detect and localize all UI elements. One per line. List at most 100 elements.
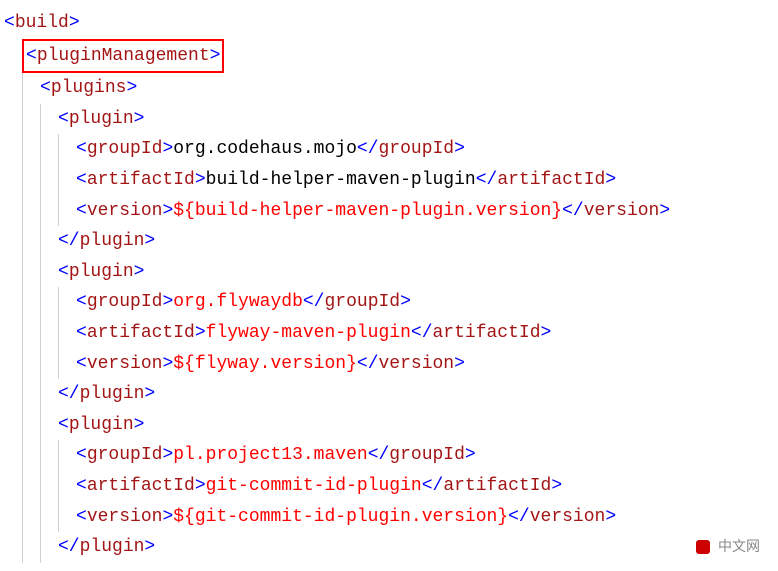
indent-guide: [22, 73, 40, 104]
code-token: <: [76, 292, 87, 312]
code-content: </plugin>: [58, 384, 155, 404]
indent-guide: [22, 287, 40, 318]
code-line: <plugins>: [4, 73, 774, 104]
code-token: artifactId: [497, 170, 605, 190]
code-token: >: [162, 201, 173, 221]
indent-guide: [58, 134, 76, 165]
code-token: >: [195, 170, 206, 190]
code-token: >: [144, 537, 155, 557]
code-token: >: [454, 354, 465, 374]
code-token: <: [76, 476, 87, 496]
code-content: <version>${build-helper-maven-plugin.ver…: [76, 201, 670, 221]
code-token: <: [58, 415, 69, 435]
indent-guide: [58, 440, 76, 471]
code-content: <plugin>: [58, 109, 144, 129]
indent-guide: [58, 196, 76, 227]
code-token: ${git-commit-id-plugin.version}: [173, 507, 508, 527]
code-line: <artifactId>flyway-maven-plugin</artifac…: [4, 318, 774, 349]
indent-guide: [40, 165, 58, 196]
code-token: </: [303, 292, 325, 312]
code-token: version: [87, 201, 163, 221]
code-content: <artifactId>build-helper-maven-plugin</a…: [76, 170, 616, 190]
code-token: pl.project13.maven: [173, 445, 367, 465]
code-token: <: [76, 323, 87, 343]
indent-guide: [40, 502, 58, 533]
indent-guide: [58, 349, 76, 380]
code-token: version: [87, 354, 163, 374]
code-token: <: [76, 507, 87, 527]
code-token: groupId: [87, 139, 163, 159]
indent-guide: [40, 318, 58, 349]
code-line: <groupId>org.codehaus.mojo</groupId>: [4, 134, 774, 165]
code-token: git-commit-id-plugin: [206, 476, 422, 496]
code-line: <groupId>org.flywaydb</groupId>: [4, 287, 774, 318]
indent-guide: [40, 226, 58, 257]
code-token: </: [368, 445, 390, 465]
code-line: <plugin>: [4, 257, 774, 288]
indent-guide: [58, 471, 76, 502]
code-token: >: [162, 292, 173, 312]
code-content: <version>${flyway.version}</version>: [76, 354, 465, 374]
code-line: <groupId>pl.project13.maven</groupId>: [4, 440, 774, 471]
indent-guide: [22, 532, 40, 563]
code-token: >: [659, 201, 670, 221]
indent-guide: [22, 349, 40, 380]
code-token: <: [4, 13, 15, 33]
code-token: >: [162, 445, 173, 465]
indent-guide: [40, 257, 58, 288]
indent-guide: [22, 226, 40, 257]
code-token: <: [76, 170, 87, 190]
code-line: <artifactId>git-commit-id-plugin</artifa…: [4, 471, 774, 502]
watermark: 中文网: [688, 533, 768, 561]
code-token: artifactId: [87, 323, 195, 343]
code-content: <groupId>pl.project13.maven</groupId>: [76, 445, 476, 465]
indent-guide: [58, 165, 76, 196]
code-content: <plugin>: [58, 262, 144, 282]
indent-guide: [40, 410, 58, 441]
indent-guide: [40, 471, 58, 502]
code-token: </: [357, 354, 379, 374]
code-token: plugin: [69, 262, 134, 282]
code-token: >: [465, 445, 476, 465]
code-token: <: [76, 201, 87, 221]
code-token: build-helper-maven-plugin: [206, 170, 476, 190]
code-token: >: [144, 384, 155, 404]
code-token: artifactId: [87, 476, 195, 496]
code-token: >: [134, 109, 145, 129]
code-token: >: [162, 139, 173, 159]
code-token: >: [605, 170, 616, 190]
indent-guide: [40, 287, 58, 318]
code-content: </plugin>: [58, 231, 155, 251]
code-token: groupId: [324, 292, 400, 312]
code-content: </plugin>: [58, 537, 155, 557]
code-token: >: [541, 323, 552, 343]
code-token: >: [134, 415, 145, 435]
code-line: <build>: [4, 8, 774, 39]
indent-guide: [22, 440, 40, 471]
indent-guide: [22, 379, 40, 410]
code-content: <plugins>: [40, 78, 137, 98]
highlight-annotation: <pluginManagement>: [22, 39, 224, 74]
code-content: <artifactId>git-commit-id-plugin</artifa…: [76, 476, 562, 496]
indent-guide: [40, 379, 58, 410]
code-token: </: [508, 507, 530, 527]
code-token: <: [76, 139, 87, 159]
code-content: <plugin>: [58, 415, 144, 435]
code-line: </plugin>: [4, 532, 774, 563]
code-line: </plugin>: [4, 379, 774, 410]
indent-guide: [22, 502, 40, 533]
indent-guide: [22, 134, 40, 165]
code-line: <plugin>: [4, 104, 774, 135]
code-token: groupId: [87, 292, 163, 312]
code-token: version: [379, 354, 455, 374]
code-token: </: [411, 323, 433, 343]
indent-guide: [40, 196, 58, 227]
code-content: <artifactId>flyway-maven-plugin</artifac…: [76, 323, 551, 343]
code-token: version: [530, 507, 606, 527]
code-token: </: [422, 476, 444, 496]
code-token: pluginManagement: [37, 46, 210, 66]
code-line: <artifactId>build-helper-maven-plugin</a…: [4, 165, 774, 196]
code-token: >: [551, 476, 562, 496]
code-token: </: [476, 170, 498, 190]
code-content: <groupId>org.flywaydb</groupId>: [76, 292, 411, 312]
